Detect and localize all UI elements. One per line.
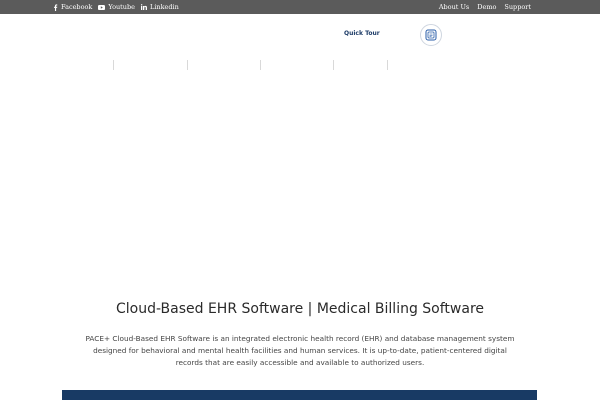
about-us-link[interactable]: About Us — [439, 3, 469, 11]
support-link[interactable]: Support — [504, 3, 531, 11]
facebook-icon — [53, 3, 58, 11]
linkedin-icon — [141, 4, 147, 10]
top-links: About Us Demo Support — [439, 0, 531, 14]
facebook-label: Facebook — [61, 3, 93, 11]
top-bar: Facebook Youtube Linkedin About Us Demo … — [0, 0, 600, 14]
hero-title: Cloud-Based EHR Software | Medical Billi… — [115, 301, 485, 317]
nav-divider — [333, 60, 334, 70]
nav-divider — [113, 60, 114, 70]
quick-tour-link[interactable]: Quick Tour — [344, 30, 380, 37]
demo-link[interactable]: Demo — [477, 3, 496, 11]
bottom-banner — [62, 390, 537, 400]
linkedin-link[interactable]: Linkedin — [141, 3, 179, 11]
youtube-icon — [98, 4, 106, 10]
linkedin-label: Linkedin — [150, 3, 179, 11]
youtube-link[interactable]: Youtube — [98, 3, 135, 11]
nav-divider — [260, 60, 261, 70]
social-links: Facebook Youtube Linkedin — [53, 0, 179, 14]
nav-divider — [387, 60, 388, 70]
nav-divider — [187, 60, 188, 70]
hero-description: PACE+ Cloud-Based EHR Software is an int… — [85, 334, 515, 368]
youtube-label: Youtube — [108, 3, 135, 11]
ehr-chip-icon — [425, 26, 437, 45]
ehr-chip-icon-button[interactable] — [420, 24, 442, 46]
facebook-link[interactable]: Facebook — [53, 3, 92, 11]
main-nav — [0, 60, 600, 70]
